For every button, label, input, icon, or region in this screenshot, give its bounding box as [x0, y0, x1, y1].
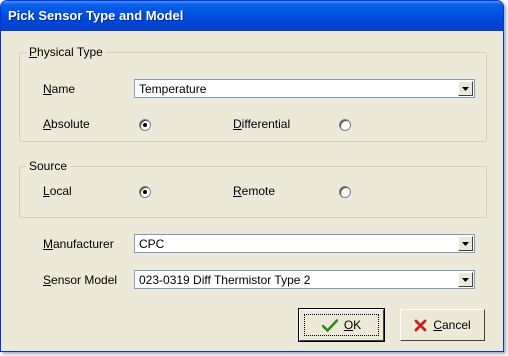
local-label: Local — [43, 184, 72, 198]
differential-label: Differential — [233, 117, 291, 131]
sensor-model-dropdown[interactable]: 023-0319 Diff Thermistor Type 2 — [134, 270, 475, 289]
manufacturer-dropdown-value: CPC — [139, 237, 165, 251]
ok-button-focus-ring — [304, 314, 379, 336]
ok-button[interactable]: OK — [298, 308, 385, 342]
manufacturer-dropdown[interactable]: CPC — [134, 234, 475, 253]
x-icon — [414, 319, 427, 331]
remote-label: Remote — [233, 184, 276, 198]
cancel-button-label: Cancel — [433, 318, 471, 332]
name-label: Name — [43, 82, 76, 96]
sensor-model-dropdown-value: 023-0319 Diff Thermistor Type 2 — [139, 273, 311, 287]
absolute-label: Absolute — [43, 117, 90, 131]
dialog-window: Pick Sensor Type and Model Physical Type… — [0, 0, 504, 352]
physical-type-legend: Physical Type — [26, 45, 106, 59]
chevron-down-icon — [462, 277, 469, 282]
title-bar[interactable]: Pick Sensor Type and Model — [1, 1, 503, 31]
name-dropdown[interactable]: Temperature — [134, 79, 475, 98]
chevron-down-icon — [462, 241, 469, 246]
source-legend: Source — [26, 159, 71, 173]
differential-radio[interactable] — [339, 119, 351, 131]
absolute-radio[interactable] — [139, 119, 151, 131]
remote-radio[interactable] — [339, 186, 351, 198]
cancel-button[interactable]: Cancel — [400, 309, 485, 341]
local-radio[interactable] — [139, 186, 151, 198]
sensor-model-label: Sensor Model — [43, 273, 118, 287]
dialog-body: Physical Type Name Temperature Absolute … — [5, 31, 499, 347]
name-dropdown-button[interactable] — [458, 81, 473, 96]
window-title: Pick Sensor Type and Model — [8, 8, 184, 23]
manufacturer-label: Manufacturer — [43, 237, 114, 251]
chevron-down-icon — [462, 86, 469, 91]
manufacturer-dropdown-button[interactable] — [458, 236, 473, 251]
name-dropdown-value: Temperature — [139, 82, 207, 96]
sensor-model-dropdown-button[interactable] — [458, 272, 473, 287]
